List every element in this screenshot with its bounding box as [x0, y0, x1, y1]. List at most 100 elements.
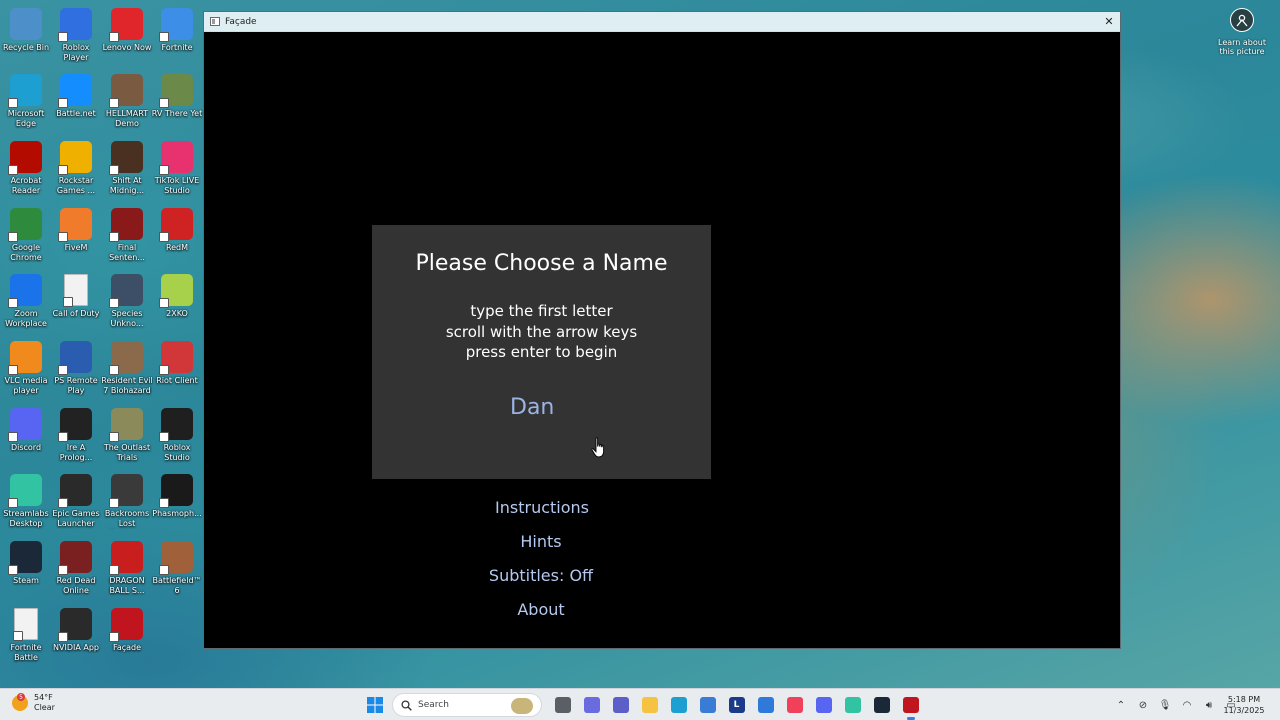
- start-button[interactable]: [362, 692, 388, 718]
- dragon-ball-icon: [109, 541, 143, 575]
- menu-instructions[interactable]: Instructions: [422, 498, 662, 517]
- desktop-icon-file[interactable]: Fortnite Battle Royale: [1, 604, 51, 670]
- desktop-icon-battlefield[interactable]: Battlefield™ 6: [152, 537, 202, 603]
- desktop-icon-steam[interactable]: Steam: [1, 537, 51, 603]
- desktop-icon-fivem[interactable]: FiveM: [51, 204, 101, 270]
- desktop-icon-label: Recycle Bin: [2, 43, 50, 52]
- taskbar-app-edge[interactable]: [666, 692, 692, 718]
- volume-icon[interactable]: 🔊︎: [1200, 697, 1218, 713]
- taskbar-app-copilot[interactable]: [579, 692, 605, 718]
- desktop-icon-redm[interactable]: RedM: [152, 204, 202, 270]
- desktop-icon-chrome[interactable]: Google Chrome: [1, 204, 51, 270]
- desktop-icon-hellmart[interactable]: HELLMART Demo: [102, 70, 152, 136]
- desktop-icon-discord[interactable]: Discord: [1, 404, 51, 470]
- taskbar-app-steam[interactable]: [869, 692, 895, 718]
- desktop-icon-label: Roblox Player: [62, 43, 90, 62]
- desktop-icon-red-dead[interactable]: Red Dead Online: [51, 537, 101, 603]
- taskbar-app-lenovo-l[interactable]: L: [724, 692, 750, 718]
- desktop-icon-label: Final Senten...: [109, 243, 145, 262]
- desktop-icon-dragon-ball[interactable]: DRAGON BALL S...: [102, 537, 152, 603]
- desktop-icon-final-sentence[interactable]: Final Senten...: [102, 204, 152, 270]
- desktop-icon-rockstar[interactable]: Rockstar Games ...: [51, 137, 101, 203]
- player-name-selector[interactable]: Dan: [510, 395, 554, 420]
- weather-widget[interactable]: 5 54°F Clear: [12, 693, 55, 713]
- desktop-icon-2xko[interactable]: 2XKO: [152, 270, 202, 336]
- desktop-icon-shift-at-midnight[interactable]: Shift At Midnig...: [102, 137, 152, 203]
- outlast-icon: [109, 408, 143, 442]
- desktop-icon-label: 2XKO: [166, 309, 188, 318]
- file-icon: [13, 608, 38, 641]
- taskbar-app-facade[interactable]: [898, 692, 924, 720]
- wifi-icon[interactable]: ◠: [1178, 697, 1196, 713]
- apple-music-icon: [786, 697, 803, 713]
- desktop-icon-lenovo[interactable]: Lenovo Now: [102, 4, 152, 70]
- menu-about[interactable]: About: [421, 600, 661, 619]
- taskbar-app-microsoft-store[interactable]: [695, 692, 721, 718]
- desktop-icon-zoom[interactable]: Zoom Workplace: [1, 270, 51, 336]
- phasmophobia-icon: [159, 474, 193, 508]
- desktop-icon-edge[interactable]: Microsoft Edge: [1, 70, 51, 136]
- desktop-icon-label: The Outlast Trials: [103, 443, 151, 462]
- menu-subtitles[interactable]: Subtitles: Off: [421, 566, 661, 585]
- desktop-icon-resident-evil[interactable]: Resident Evil 7 Biohazard: [101, 337, 153, 403]
- desktop-icon-label: Ire A Prolog...: [59, 443, 93, 462]
- desktop-icon-riot[interactable]: Riot Client: [152, 337, 202, 403]
- desktop-icon-ps-remote-play[interactable]: PS Remote Play: [51, 337, 101, 403]
- taskbar-app-apple-music[interactable]: [782, 692, 808, 718]
- desktop-icon-species-unknown[interactable]: Species Unkno...: [102, 270, 152, 336]
- desktop-icon-outlast[interactable]: The Outlast Trials: [102, 404, 152, 470]
- desktop-icon-streamlabs[interactable]: Streamlabs Desktop: [1, 470, 51, 536]
- steam-icon: [873, 697, 890, 713]
- desktop-icon-tiktok[interactable]: TikTok LIVE Studio: [152, 137, 202, 203]
- chevron-up-icon[interactable]: ⌃: [1112, 697, 1130, 713]
- streamlabs-icon: [8, 474, 42, 508]
- desktop-icon-label: Battle.net: [56, 109, 96, 118]
- weather-temp: 54°F: [34, 693, 53, 702]
- taskbar-center: Search L: [362, 692, 925, 720]
- desktop-icon-label: RedM: [165, 243, 189, 252]
- desktop-icon-rv[interactable]: RV There Yet: [152, 70, 202, 136]
- desktop-icon-backrooms[interactable]: Backrooms Lost Runne...: [102, 470, 152, 536]
- taskbar-app-task-view[interactable]: [550, 692, 576, 718]
- desktop-icon-roblox[interactable]: Roblox Player: [51, 4, 101, 70]
- desktop-icon-label: DRAGON BALL S...: [109, 576, 145, 595]
- desktop-icon-facade[interactable]: Façade: [102, 604, 152, 670]
- desktop-icon-ire[interactable]: Ire A Prolog...: [51, 404, 101, 470]
- menu-hints[interactable]: Hints: [421, 532, 661, 551]
- desktop-icon-vlc[interactable]: VLC media player: [1, 337, 51, 403]
- desktop-icon-acrobat[interactable]: Acrobat Reader: [1, 137, 51, 203]
- windows-icon: [367, 697, 383, 713]
- desktop-icon-label: PS Remote Play: [54, 376, 98, 395]
- game-canvas[interactable]: Please Choose a Name type the first lett…: [204, 32, 1120, 648]
- taskbar-clock[interactable]: 5:18 PM 11/3/2025: [1220, 694, 1268, 716]
- taskbar-app-discord[interactable]: [811, 692, 837, 718]
- desktop-icon-roblox-studio[interactable]: Roblox Studio: [152, 404, 202, 470]
- network-off-icon[interactable]: ⊘: [1134, 697, 1152, 713]
- taskbar-app-file-explorer[interactable]: [637, 692, 663, 718]
- recycle-bin-icon: [10, 8, 42, 40]
- learn-about-picture[interactable]: Learn about this picture: [1214, 8, 1270, 56]
- desktop-icon-battlenet[interactable]: Battle.net: [51, 70, 101, 136]
- zoom-icon: [8, 274, 42, 308]
- taskbar-app-streamlabs[interactable]: [840, 692, 866, 718]
- desktop-icon-nvidia[interactable]: NVIDIA App: [51, 604, 101, 670]
- shift-at-midnight-icon: [109, 141, 143, 175]
- desktop-icon-label: Resident Evil 7 Biohazard: [101, 376, 153, 395]
- taskbar-search[interactable]: Search: [392, 693, 542, 717]
- window-titlebar[interactable]: Façade ✕: [204, 12, 1120, 32]
- fivem-icon: [58, 208, 92, 242]
- close-button[interactable]: ✕: [1098, 12, 1120, 32]
- taskbar-app-app-pen[interactable]: [753, 692, 779, 718]
- streamlabs-icon: [844, 697, 861, 713]
- final-sentence-icon: [109, 208, 143, 242]
- desktop-icon-phasmophobia[interactable]: Phasmoph...: [152, 470, 202, 536]
- taskbar-app-teams[interactable]: [608, 692, 634, 718]
- desktop-icon-label: Red Dead Online: [56, 576, 96, 595]
- desktop-icon-fortnite[interactable]: Fortnite: [152, 4, 202, 70]
- desktop-icon-recycle-bin[interactable]: Recycle Bin: [1, 4, 51, 70]
- microphone-icon[interactable]: 🎙︎: [1156, 697, 1174, 713]
- desktop-icon-file[interactable]: Call of Duty: [51, 270, 101, 336]
- desktop-icon-epic-games[interactable]: Epic Games Launcher: [51, 470, 101, 536]
- battlefield-icon: [159, 541, 193, 575]
- hand-cursor-icon: [591, 437, 605, 458]
